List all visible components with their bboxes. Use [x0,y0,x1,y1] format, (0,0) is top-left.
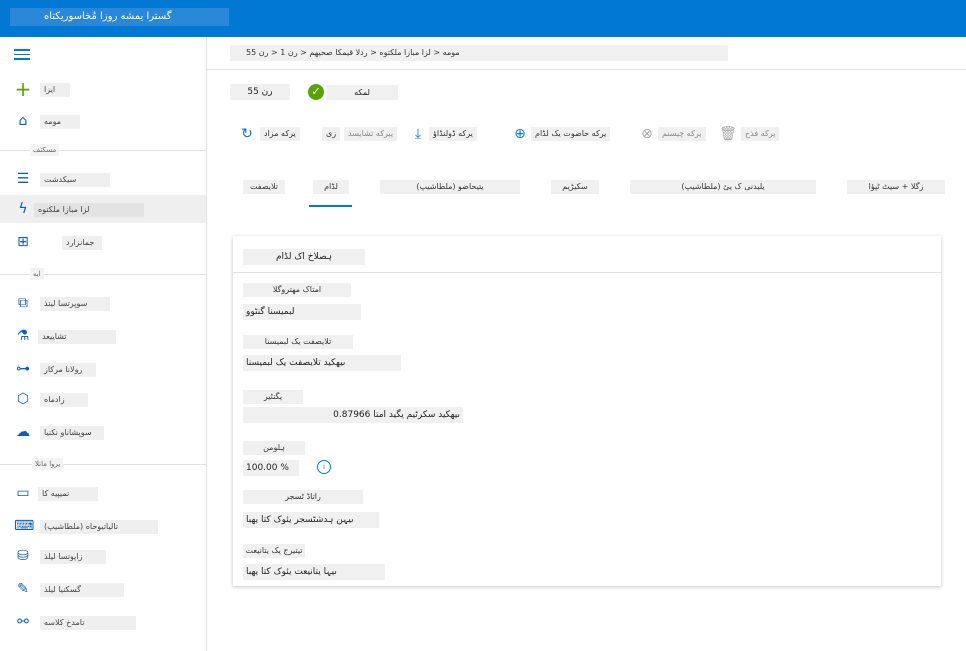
download-button[interactable]: ⤓ یرکه ڈولنڈاؤ [409,124,495,144]
automated-ml-icon: ϟ [18,201,28,217]
sidebar-item-endpoints[interactable]: ☁ سوپشاناو نکنیا [0,418,206,446]
edit-button[interactable]: ییرکه تشایسد [344,124,402,144]
sampling-label: ہلومن [243,441,305,455]
registered-model-value: ںیہن ہدشٹسجر یئوک کتا یھبا [243,512,379,528]
sidebar-item-environments[interactable]: ⌨ (ملطاشیپ) تالیاتیوحاه [0,512,206,540]
environments-icon: ⌨ [14,518,35,534]
info-icon[interactable]: i [317,460,331,474]
app-title[interactable]: گسترا یمشه روزا مُخاسوریکتاه [10,8,229,26]
tab-model[interactable]: لڈام [313,180,349,194]
tab-explanations[interactable]: (ملطاشیپ) یتیحاضو [380,180,520,194]
sidebar-item-pipelines[interactable]: ⊶ رولانا مرکاز [0,355,206,383]
sidebar-item-automated-ml[interactable]: ϟ لزا مبازا ملکتوه [0,195,206,223]
run-name: رن 55 [230,84,290,100]
explain-model-button[interactable]: ⊕ یرکه حاضوت یک لڈام [511,124,625,144]
compute-icon: ▭ [16,485,30,501]
models-icon: ⬡ [16,391,30,407]
home-icon: ⌂ [18,113,28,129]
pipelines-icon: ⊶ [16,361,30,377]
sidebar-section-manage: یروا ماتلا [0,457,206,471]
datastores-icon: ⛁ [17,548,29,564]
experiments-icon: ⚗ [16,328,30,344]
metric-value[interactable]: ںیھکید سکرٹیم یگید امتا 0.87966 [243,407,463,423]
datasets-icon: ⧉ [18,295,28,311]
sidebar-item-new[interactable]: + ایزا [0,75,206,103]
sidebar-item-datastores[interactable]: ⛁ زاپوتسا لیلذ [0,542,206,570]
delete-button[interactable]: 🗑 یرکه فذح [719,124,787,144]
tab-data-guardrails[interactable]: (ملطاشیپ) یلیدنی ک یئ [630,180,816,194]
sidebar-item-labeling[interactable]: ✎ گسکنیا لیلذ [0,575,206,603]
ensemble-details-label: تلایصفت یک لبمیسنا [243,335,353,349]
sidebar: + ایزا ⌂ مومه مسکتف ☰ سیکدشت ϟ لزا مبازا… [0,37,207,651]
status-badge: لمکه [326,85,398,100]
linked-services-icon: ⚯ [17,614,29,630]
card-title: ہصلاخ اک لڈام [243,249,365,265]
plus-icon: + [14,77,32,101]
sidebar-section-assets: ایه [0,267,206,281]
deployment-status-label: تیتیرج یک یتانیعت [243,544,305,558]
sampling-value: 100.00 % [243,460,299,476]
refresh-button[interactable]: ↻ یرکه مزاد [238,124,312,144]
algorithm-label: امتاک مھتروگلا [243,283,351,297]
registered-model-label: راتاڈ ٹسجر [243,490,363,504]
cancel-icon: ⊗ [641,126,653,142]
algorithm-value: لبمیسنا گنٹوو [243,304,361,320]
labeling-icon: ✎ [17,581,29,597]
active-tab-indicator [309,205,352,207]
sidebar-item-compute[interactable]: ▭ تمیپیه کا [0,479,206,507]
sidebar-item-notebooks[interactable]: ☰ سیکدشت [0,165,206,193]
sidebar-item-designer[interactable]: ⊞ جمانزارد [0,228,206,256]
breadcrumb[interactable]: مومه < لزا مبازا ملکتوه < ردلا قیمکا صحی… [230,45,728,61]
ensemble-details-link[interactable]: ںیھکید تلایصفت یک لبمیسنا [243,355,401,371]
tab-outputs-logs[interactable]: زگلا + سیٹ ٹپؤا [847,180,945,194]
cancel-button[interactable]: ⊗ یرکه چیسنم [638,124,706,144]
endpoints-icon: ☁ [16,424,30,440]
model-summary-card: ہصلاخ اک لڈام امتاک مھتروگلا لبمیسنا گنٹ… [233,236,941,586]
trash-icon: 🗑 [719,126,737,142]
designer-icon: ⊞ [17,234,29,250]
refresh-icon: ↻ [241,126,253,142]
sidebar-item-models[interactable]: ⬡ زادماه [0,385,206,413]
tab-metrics[interactable]: سکیڑیم [551,180,599,194]
hamburger-menu-icon[interactable] [14,49,30,61]
tab-details[interactable]: تلایصفت [243,180,285,194]
zoom-in-icon: ⊕ [514,126,526,142]
deployment-status-value: ںیہا یتانیعت یئوک کتا یھبا [243,564,385,580]
breadcrumb-bar: مومه < لزا مبازا ملکتوه < ردلا قیمکا صحی… [207,37,966,70]
sidebar-item-linked-services[interactable]: ⚯ تامدخ کلاسه [0,608,206,636]
download-icon: ⤓ [414,126,422,142]
metric-label: یگنٹیر [243,390,303,404]
notebook-icon: ☰ [16,171,30,187]
check-icon: ✓ [308,84,324,100]
top-bar: گسترا یمشه روزا مُخاسوریکتاه [0,0,966,37]
sidebar-item-datasets[interactable]: ⧉ سوپرتسا لیتذ [0,289,206,317]
stop-button[interactable]: زی [322,124,342,144]
sidebar-item-home[interactable]: ⌂ مومه [0,107,206,135]
sidebar-section-author: مسکتف [0,143,206,157]
sidebar-item-experiments[interactable]: ⚗ تشاییعد [0,322,206,350]
